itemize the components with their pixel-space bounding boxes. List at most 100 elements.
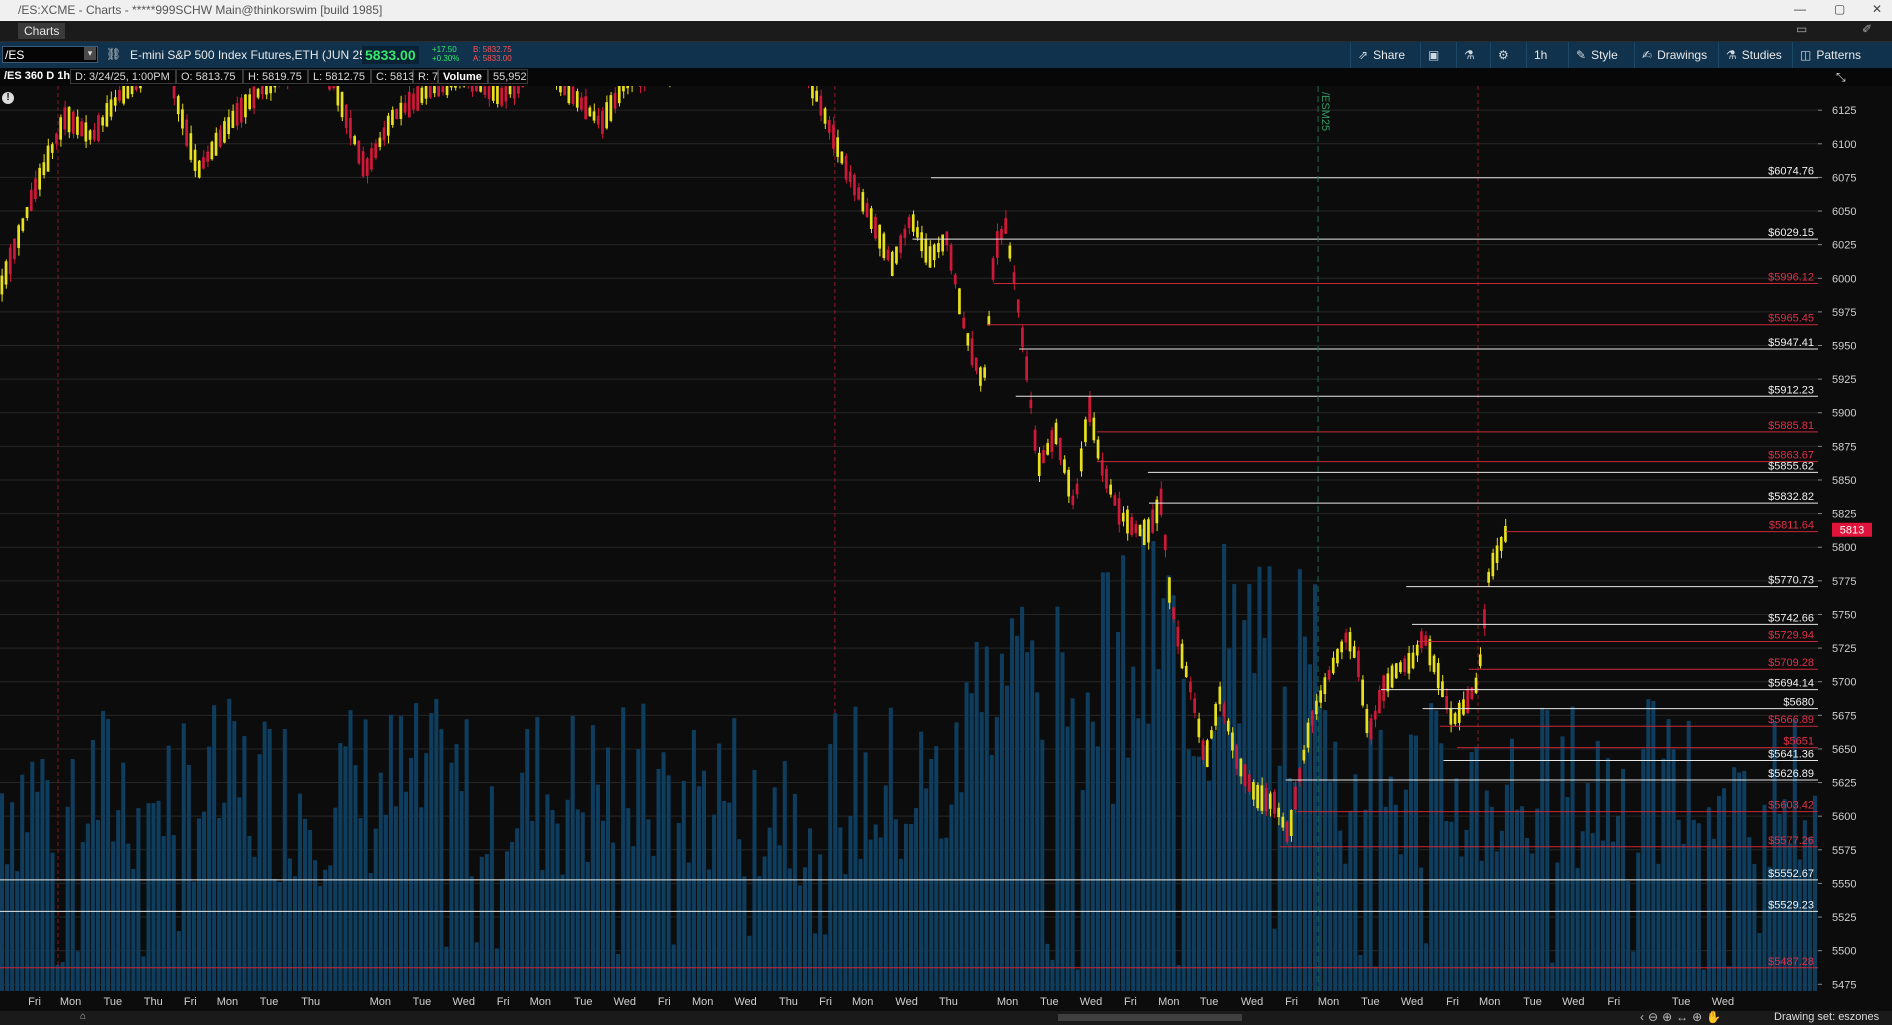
style-button[interactable]: ✎ Style [1568,42,1630,68]
volume-bar [1641,748,1646,991]
maximize-button[interactable]: ▢ [1834,2,1845,16]
candle-body [437,86,440,97]
candle-body [210,141,214,160]
candle-body [172,86,176,99]
candle-body [638,86,642,87]
zoom-out-icon[interactable]: ⊖ [1648,1010,1662,1024]
candle-body [50,144,54,153]
candle-body [416,86,419,111]
tab-row: Charts ▭ ✐ [0,21,1892,42]
volume-bar [101,710,106,991]
volume-bar [868,839,873,991]
candle-body [378,137,382,147]
home-icon[interactable]: ⌂ [80,1011,86,1022]
candle-body [928,246,932,268]
collapse-icon[interactable]: ⤡ [1836,70,1846,85]
volume-bar [1560,736,1565,991]
studies-button[interactable]: ⚗ Studies [1718,42,1788,68]
candle-body [344,104,348,129]
candle-body [508,86,512,95]
x-tick-label: Fri [1285,996,1298,1008]
candle-body [1105,468,1108,489]
volume-bar [1075,969,1080,991]
volume-bar [848,815,853,991]
hand-icon[interactable]: ✋ [1706,1010,1725,1024]
candle-body [626,86,629,89]
volume-bar [787,868,792,991]
horizontal-scrollbar[interactable] [1058,1014,1242,1021]
candle-body [126,86,130,99]
patterns-label: Patterns [1816,48,1862,62]
candle-body [353,136,356,145]
candle-body [567,86,571,104]
alert-icon[interactable]: ! [2,92,14,104]
volume-bar [909,823,914,991]
share-button[interactable]: ⇗ Share [1350,42,1412,68]
y-tick-label: 5725 [1832,643,1856,655]
candle-body [59,117,62,140]
beaker-button[interactable]: ⚗ [1456,42,1486,68]
price-level-label: $5603.42 [1768,800,1814,812]
candle-body [1100,460,1104,476]
volume-bar [20,774,25,991]
volume-bar [1090,721,1095,991]
symbol-dropdown-icon[interactable]: ▾ [84,47,96,60]
pin-icon[interactable]: ✐ [1862,22,1872,36]
volume-bar [505,851,510,991]
volume-bar [469,876,474,991]
volume-label: Volume [438,69,488,84]
volume-bar [989,754,994,991]
volume-bar [1171,595,1176,991]
volume-bar [207,746,212,991]
volume-bar [50,852,55,991]
y-tick-label: 6075 [1832,172,1856,184]
volume-bar [1636,852,1641,991]
volume-bar [1388,776,1393,991]
link-icon[interactable]: ⛓ [106,47,121,61]
volume-bar [777,845,782,991]
volume-bar [1055,606,1060,991]
y-tick-label: 5975 [1832,307,1856,319]
x-tick-label: Tue [1361,996,1380,1008]
contract-marker-label: /ESM25 [1319,92,1331,131]
volume-bar [1100,572,1105,991]
volume-bar [858,858,863,991]
volume-bar [555,823,560,991]
candle-body [206,151,209,162]
crosshair-icon[interactable]: ⊕ [1692,1010,1706,1024]
zoom-in-icon[interactable]: ⊕ [1662,1010,1676,1024]
minimize-button[interactable]: — [1794,2,1806,16]
y-tick-label: 5500 [1832,946,1856,958]
candle-body [1352,646,1356,658]
volume-bar [338,743,343,991]
price-chart[interactable]: $6074.76 $6029.15 $5996.12 $5965.45 $5947.41… [0,86,1892,1011]
y-tick-label: 6025 [1832,240,1856,252]
tab-charts[interactable]: Charts [18,23,66,39]
candle-body [1281,816,1285,828]
volume-bar [176,931,181,991]
volume-bar [1489,806,1494,991]
candle-body [811,86,814,99]
volume-bar [35,791,40,991]
volume-bar [1520,806,1525,991]
pan-left-icon[interactable]: ‹ [1640,1010,1648,1024]
settings-button[interactable]: ⚙ [1490,42,1520,68]
close-button[interactable]: ✕ [1872,2,1882,16]
candle-body [399,102,403,119]
price-level-label: $5885.81 [1768,420,1814,432]
timeframe-button[interactable]: 1h [1526,42,1564,68]
candle-body [1487,571,1490,583]
candle-body [504,86,508,102]
candle-body [181,109,184,129]
volume-bar [398,716,403,991]
drawings-button[interactable]: ✍ Drawings [1634,42,1714,68]
volume-bar [1020,606,1025,991]
fit-icon[interactable]: ↔ [1676,1010,1692,1024]
snapshot-button[interactable]: ▣ [1420,42,1450,68]
volume-bar [1570,706,1575,991]
patterns-button[interactable]: ◫ Patterns [1792,42,1888,68]
volume-bar [212,705,217,991]
layout-icon[interactable]: ▭ [1796,22,1807,36]
volume-bar [823,934,828,991]
x-tick-label: Tue [1200,996,1219,1008]
